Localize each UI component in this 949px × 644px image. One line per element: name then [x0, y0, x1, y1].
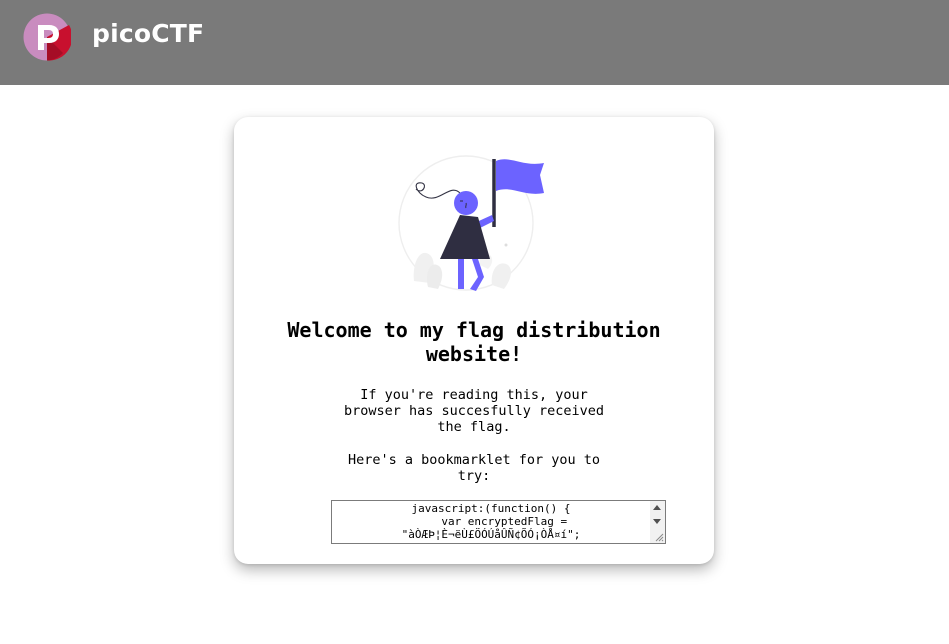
picoctf-logo-icon[interactable]	[23, 13, 71, 61]
bookmarklet-prompt: Here's a bookmarklet for you to try:	[348, 452, 600, 484]
bookmarklet-code[interactable]: javascript:(function() { var encryptedFl…	[332, 502, 650, 541]
scroll-down-icon[interactable]	[653, 519, 661, 524]
brand-name[interactable]: picoCTF	[92, 19, 204, 48]
code-line-3: "àÒÆÞ¦È¬ëÙ£ÖÓÚåÛÑ¢ÕÓ¡ÒÅ¤í";	[401, 528, 581, 541]
woman-holding-flag-illustration	[398, 155, 544, 291]
scroll-up-icon[interactable]	[653, 505, 661, 510]
code-line-1: javascript:(function() {	[411, 502, 571, 515]
code-line-2: var encryptedFlag =	[414, 515, 568, 528]
flag-card: Welcome to my flag distribution website!…	[234, 117, 714, 564]
bookmarklet-textarea[interactable]: javascript:(function() { var encryptedFl…	[331, 500, 666, 544]
intro-text: If you're reading this, your browser has…	[343, 387, 605, 435]
top-navbar: picoCTF	[0, 0, 949, 85]
resize-grip-icon[interactable]	[654, 532, 664, 542]
page-title: Welcome to my flag distribution website!	[287, 318, 661, 366]
